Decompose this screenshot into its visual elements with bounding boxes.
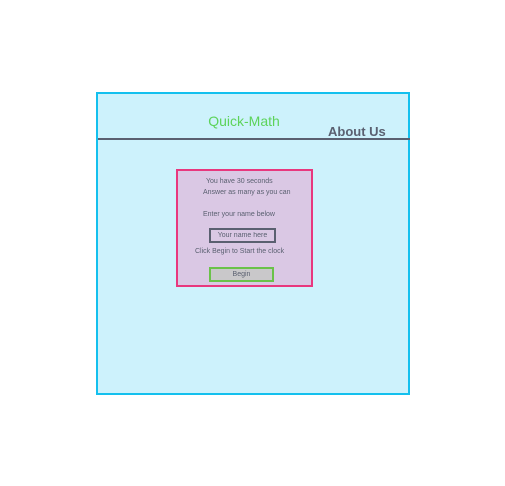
instructions-text: Answer as many as you can — [203, 189, 291, 196]
about-us-link[interactable]: About Us — [328, 124, 386, 139]
intro-panel: You have 30 seconds Answer as many as yo… — [176, 169, 313, 287]
start-instruction-text: Click Begin to Start the clock — [195, 248, 285, 255]
name-input[interactable] — [209, 228, 276, 243]
header-divider — [98, 138, 410, 140]
app-frame: Quick-Math About Us You have 30 seconds … — [96, 92, 410, 395]
time-limit-text: You have 30 seconds — [206, 178, 273, 185]
begin-button[interactable]: Begin — [209, 267, 274, 282]
name-prompt-text: Enter your name below — [203, 211, 275, 218]
